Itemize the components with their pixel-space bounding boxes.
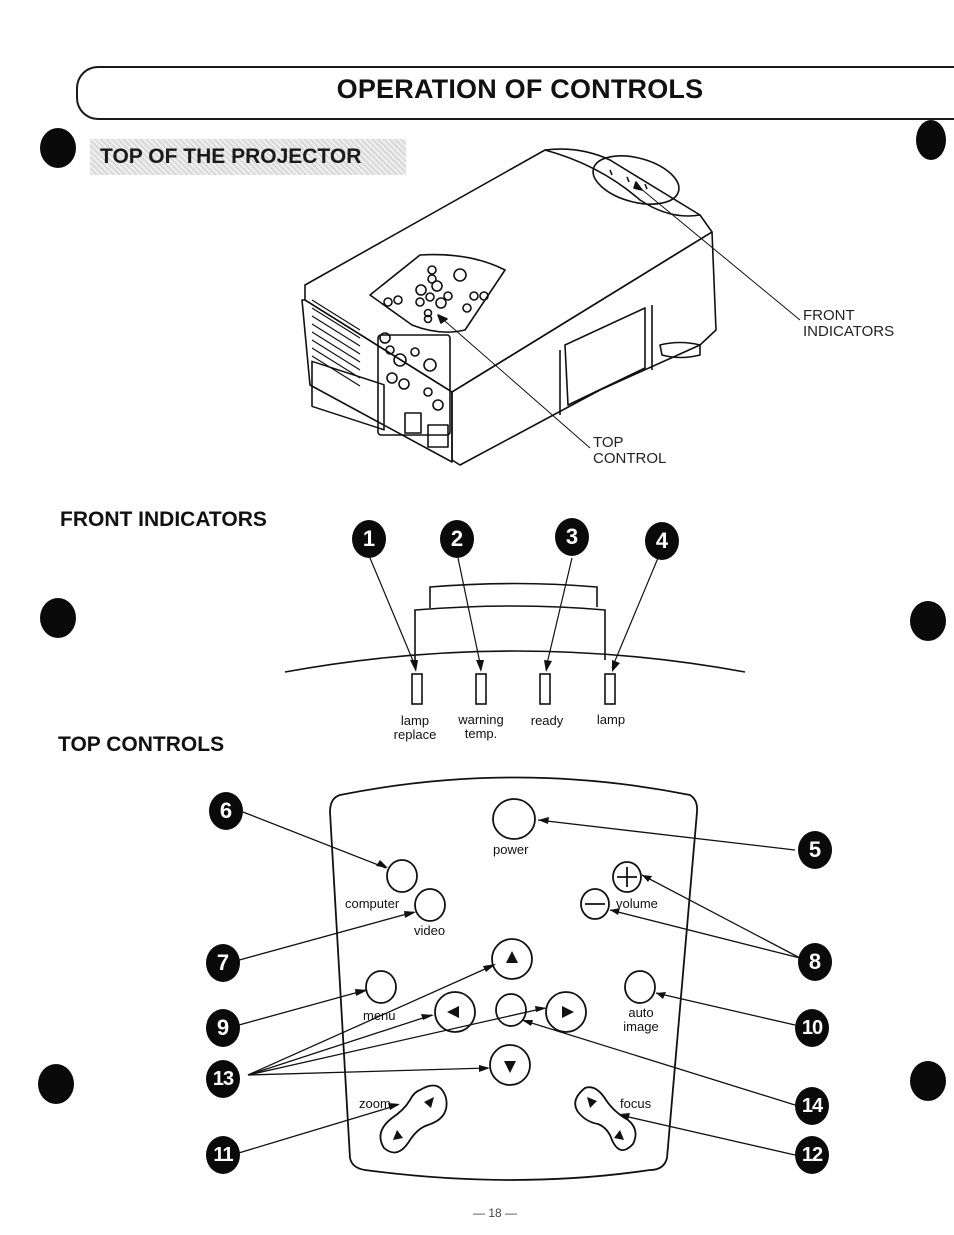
select-button[interactable] — [495, 993, 527, 1027]
power-label: power — [493, 842, 529, 857]
callout-computer: 6 — [209, 792, 243, 830]
volume-label: volume — [616, 896, 658, 911]
menu-button[interactable] — [365, 970, 397, 1004]
power-button[interactable] — [492, 798, 536, 840]
up-arrow-icon — [506, 951, 518, 963]
menu-label: menu — [363, 1008, 396, 1023]
callout-menu: 9 — [206, 1009, 240, 1047]
auto-image-button[interactable] — [624, 970, 656, 1004]
callout-volume: 8 — [798, 943, 832, 981]
zoom-out-icon — [393, 1130, 403, 1140]
top-controls-diagram — [227, 776, 801, 1181]
computer-label: computer — [345, 896, 400, 911]
callout-focus: 12 — [795, 1136, 829, 1174]
callout-power: 5 — [798, 831, 832, 869]
video-button[interactable] — [414, 888, 446, 922]
callout-zoom: 11 — [206, 1136, 240, 1174]
right-arrow-icon — [562, 1006, 574, 1018]
video-label: video — [414, 923, 446, 938]
zoom-label: zoom — [359, 1096, 391, 1111]
focus-near-icon — [587, 1097, 597, 1108]
focus-label: focus — [620, 1096, 652, 1111]
computer-button[interactable] — [386, 859, 418, 893]
callout-auto-image: 10 — [795, 1009, 829, 1047]
auto-image-label: auto image — [623, 1005, 659, 1034]
focus-far-icon — [614, 1130, 624, 1140]
zoom-in-icon — [424, 1097, 434, 1108]
page-number: — 18 — — [472, 1206, 517, 1220]
callout-arrows: 13 — [206, 1060, 240, 1098]
callout-select: 14 — [795, 1087, 829, 1125]
down-arrow-icon — [504, 1061, 516, 1073]
callout-video: 7 — [206, 944, 240, 982]
left-arrow-icon — [447, 1006, 459, 1018]
